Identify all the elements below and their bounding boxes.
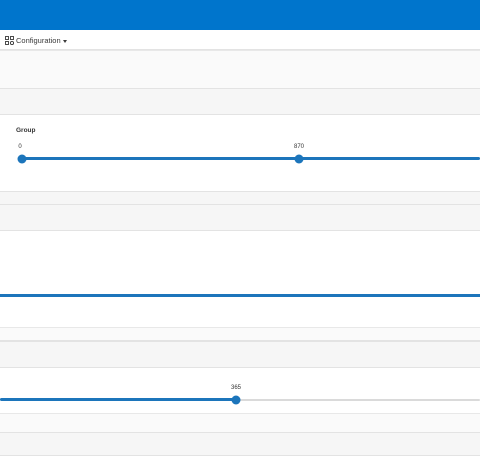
group-min-value: 0 (18, 144, 22, 150)
configuration-dropdown[interactable]: Configuration (5, 34, 67, 47)
group-thumb-value: 870 (293, 144, 305, 150)
second-slider-handle[interactable] (231, 395, 241, 404)
group-slider-handle[interactable] (294, 154, 304, 163)
section-header-band (0, 341, 480, 368)
group-label: Group (16, 127, 36, 134)
toolbar: Configuration (0, 30, 480, 50)
group-slider-track[interactable] (22, 157, 480, 160)
second-slider-empty-track[interactable] (236, 398, 480, 401)
range-slider-track[interactable] (0, 294, 480, 297)
section-header-band (0, 88, 480, 115)
configuration-grid-icon (5, 36, 14, 45)
filter-section-empty (0, 50, 480, 88)
second-slider-thumb-value: 365 (230, 385, 242, 391)
group-slider-min-handle[interactable] (17, 154, 27, 163)
caret-down-icon (62, 39, 67, 43)
filter-section-empty (0, 413, 480, 432)
filter-section-empty (0, 327, 480, 341)
section-header-band (0, 191, 480, 231)
second-slider-filled-track[interactable] (0, 398, 236, 401)
section-header-band (0, 432, 480, 456)
configuration-label: Configuration (16, 36, 61, 45)
app-header-bar (0, 0, 480, 30)
divider (0, 204, 480, 205)
